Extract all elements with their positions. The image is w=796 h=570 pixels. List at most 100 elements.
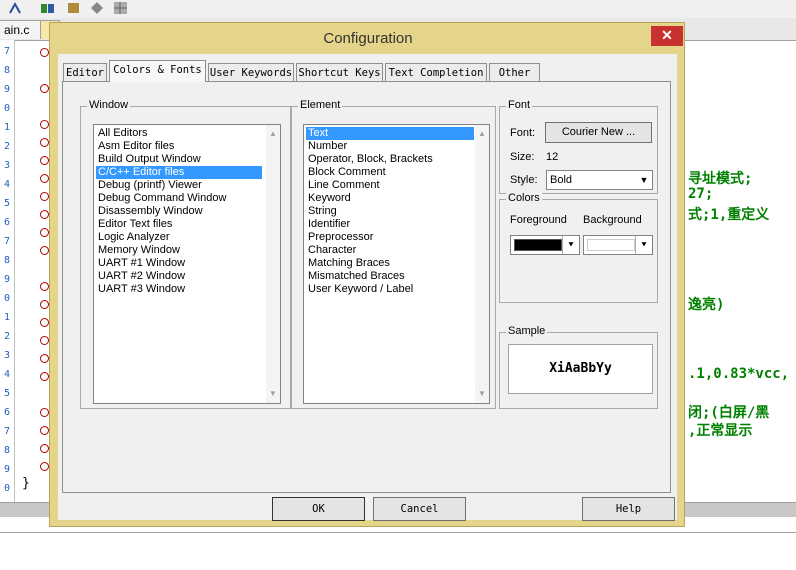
element-list-item[interactable]: Keyword bbox=[306, 192, 353, 205]
code-comment: 寻址模式; bbox=[688, 171, 753, 187]
line-number: 7 bbox=[3, 426, 10, 437]
dropdown-arrow-icon[interactable]: ⯆ bbox=[562, 236, 579, 254]
window-list-item[interactable]: All Editors bbox=[96, 127, 150, 140]
code-marker bbox=[40, 318, 49, 327]
line-number: 8 bbox=[3, 65, 10, 76]
editor-tab-main[interactable]: ain.c bbox=[0, 20, 45, 39]
style-select-value: Bold bbox=[550, 174, 573, 186]
tab-colors-fonts[interactable]: Colors & Fonts bbox=[109, 60, 206, 82]
line-number: 4 bbox=[3, 179, 10, 190]
tab-editor[interactable]: Editor bbox=[63, 63, 107, 81]
line-number: 3 bbox=[3, 160, 10, 171]
scroll-up-icon[interactable]: ▲ bbox=[475, 127, 489, 141]
window-list-item-selected[interactable]: C/C++ Editor files bbox=[96, 166, 262, 179]
colors-fonts-panel: Window All Editors Asm Editor files Buil… bbox=[62, 81, 671, 493]
code-comment: .1,0.83*vcc, bbox=[688, 366, 790, 382]
element-list-item[interactable]: Character bbox=[306, 244, 358, 257]
element-list-item[interactable]: Number bbox=[306, 140, 349, 153]
code-marker bbox=[40, 84, 49, 93]
element-list-item[interactable]: User Keyword / Label bbox=[306, 283, 415, 296]
background-color-picker[interactable]: ⯆ bbox=[583, 235, 653, 255]
cancel-button[interactable]: Cancel bbox=[373, 497, 466, 521]
element-list-item[interactable]: Mismatched Braces bbox=[306, 270, 407, 283]
window-list-item[interactable]: Build Output Window bbox=[96, 153, 203, 166]
element-list-item-selected[interactable]: Text bbox=[306, 127, 474, 140]
line-number: 0 bbox=[3, 483, 10, 494]
ide-toolbar bbox=[0, 0, 796, 19]
style-label: Style: bbox=[510, 174, 538, 186]
code-marker bbox=[40, 174, 49, 183]
code-marker bbox=[40, 138, 49, 147]
sample-preview: XiAaBbYy bbox=[508, 344, 653, 394]
line-number: 7 bbox=[3, 46, 10, 57]
ok-button[interactable]: OK bbox=[272, 497, 365, 521]
tab-user-keywords[interactable]: User Keywords bbox=[208, 63, 294, 81]
element-list-item[interactable]: Matching Braces bbox=[306, 257, 392, 270]
element-list-item[interactable]: String bbox=[306, 205, 339, 218]
window-list-scrollbar[interactable]: ▲ ▼ bbox=[266, 125, 280, 403]
scroll-down-icon[interactable]: ▼ bbox=[475, 387, 489, 401]
window-listbox[interactable]: All Editors Asm Editor files Build Outpu… bbox=[93, 124, 281, 404]
window-list-item[interactable]: Debug Command Window bbox=[96, 192, 228, 205]
code-marker bbox=[40, 210, 49, 219]
line-number: 5 bbox=[3, 198, 10, 209]
line-number: 9 bbox=[3, 84, 10, 95]
element-list-item[interactable]: Block Comment bbox=[306, 166, 388, 179]
tab-text-completion[interactable]: Text Completion bbox=[385, 63, 487, 81]
help-button[interactable]: Help bbox=[582, 497, 675, 521]
scroll-down-icon[interactable]: ▼ bbox=[266, 387, 280, 401]
code-closing-brace: } bbox=[22, 476, 30, 491]
window-list-item[interactable]: Asm Editor files bbox=[96, 140, 176, 153]
background-label: Background bbox=[583, 214, 642, 226]
window-list-item[interactable]: Debug (printf) Viewer bbox=[96, 179, 204, 192]
code-marker bbox=[40, 48, 49, 57]
element-list-item[interactable]: Line Comment bbox=[306, 179, 382, 192]
window-list-item[interactable]: Memory Window bbox=[96, 244, 182, 257]
line-number: 9 bbox=[3, 274, 10, 285]
code-comment: ,正常显示 bbox=[688, 423, 753, 439]
close-button[interactable]: ✕ bbox=[651, 26, 683, 46]
window-list-item[interactable]: UART #3 Window bbox=[96, 283, 187, 296]
font-select-button[interactable]: Courier New ... bbox=[545, 122, 652, 143]
element-list-item[interactable]: Identifier bbox=[306, 218, 352, 231]
size-label: Size: bbox=[510, 151, 535, 163]
line-number: 1 bbox=[3, 122, 10, 133]
element-listbox[interactable]: Text Number Operator, Block, Brackets Bl… bbox=[303, 124, 490, 404]
foreground-color-picker[interactable]: ⯆ bbox=[510, 235, 580, 255]
element-list-item[interactable]: Operator, Block, Brackets bbox=[306, 153, 435, 166]
window-list-item[interactable]: Editor Text files bbox=[96, 218, 174, 231]
style-select[interactable]: Bold ▼ bbox=[546, 170, 653, 190]
window-list-item[interactable]: Logic Analyzer bbox=[96, 231, 172, 244]
element-list-item[interactable]: Preprocessor bbox=[306, 231, 375, 244]
tab-other[interactable]: Other bbox=[489, 63, 540, 81]
toolbar-diamond-icon[interactable] bbox=[90, 1, 105, 15]
window-group-label: Window bbox=[87, 99, 131, 111]
line-number: 6 bbox=[3, 407, 10, 418]
toolbar-options-icon[interactable] bbox=[66, 1, 81, 15]
font-group-label: Font bbox=[506, 99, 533, 111]
dropdown-arrow-icon[interactable]: ⯆ bbox=[635, 236, 652, 254]
tab-shortcut-keys[interactable]: Shortcut Keys bbox=[296, 63, 383, 81]
scroll-up-icon[interactable]: ▲ bbox=[266, 127, 280, 141]
toolbar-tool-icon[interactable] bbox=[8, 1, 23, 15]
size-value: 12 bbox=[546, 151, 559, 163]
line-number: 0 bbox=[3, 293, 10, 304]
code-marker bbox=[40, 426, 49, 435]
line-number: 8 bbox=[3, 255, 10, 266]
element-list-scrollbar[interactable]: ▲ ▼ bbox=[475, 125, 489, 403]
code-comment: 闭;(白屏/黑 bbox=[688, 405, 770, 421]
code-marker bbox=[40, 228, 49, 237]
code-marker bbox=[40, 354, 49, 363]
chevron-down-icon[interactable]: ▼ bbox=[636, 171, 652, 189]
code-marker bbox=[40, 246, 49, 255]
window-list-item[interactable]: UART #2 Window bbox=[96, 270, 187, 283]
line-number: 5 bbox=[3, 388, 10, 399]
toolbar-build-icon[interactable] bbox=[40, 1, 55, 15]
window-list-item[interactable]: Disassembly Window bbox=[96, 205, 205, 218]
code-marker bbox=[40, 336, 49, 345]
code-marker bbox=[40, 444, 49, 453]
sample-group: Sample XiAaBbYy bbox=[499, 325, 658, 409]
background-swatch bbox=[587, 239, 635, 251]
toolbar-grid-icon[interactable] bbox=[113, 1, 128, 15]
window-list-item[interactable]: UART #1 Window bbox=[96, 257, 187, 270]
